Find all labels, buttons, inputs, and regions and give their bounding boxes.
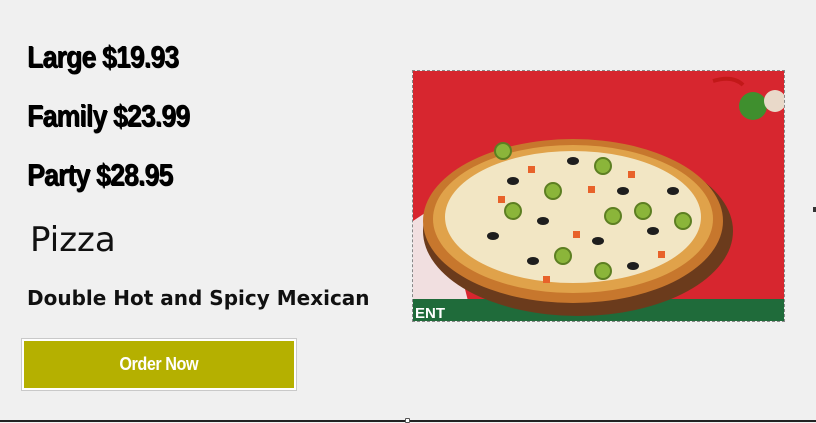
pizza-illustration: ENT (413, 71, 784, 322)
price-family: Family $23.99 (27, 98, 190, 133)
price-large: Large $19.93 (27, 39, 179, 74)
product-subtitle: Double Hot and Spicy Mexican (27, 286, 370, 310)
product-title: Pizza (30, 220, 116, 260)
resize-handle[interactable] (405, 418, 410, 423)
pizza-image: ENT (412, 70, 785, 322)
banner-text: ENT (415, 305, 445, 322)
order-now-label: Order Now (119, 354, 199, 374)
order-now-button[interactable]: Order Now (22, 339, 296, 390)
price-party: Party $28.95 (27, 157, 173, 192)
